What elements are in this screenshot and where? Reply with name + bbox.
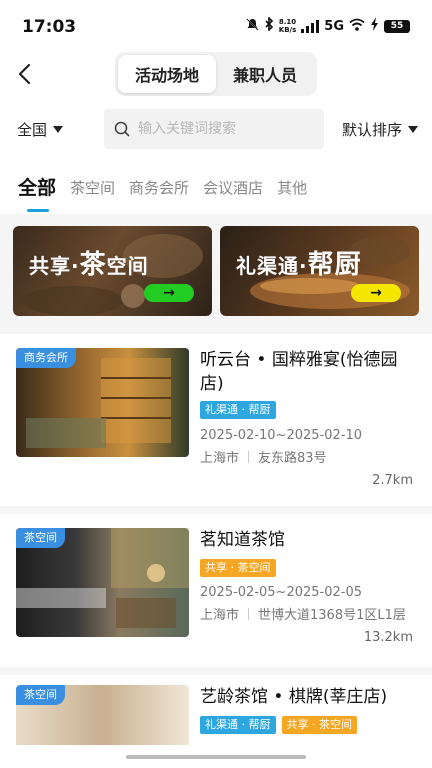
category-badge: 茶空间 xyxy=(16,685,65,705)
tab-tea-space[interactable]: 茶空间 xyxy=(70,174,115,202)
chevron-left-icon xyxy=(18,63,31,85)
net-speed-unit: KB/s xyxy=(278,26,297,34)
caret-down-icon xyxy=(408,126,418,133)
banner-tea-title: 共享·茶空间 xyxy=(29,250,149,280)
venue-thumbnail: 茶空间 xyxy=(16,685,189,745)
tab-conference-hotel[interactable]: 会议酒店 xyxy=(203,174,263,202)
venue-tags: 礼渠通 · 帮厨 xyxy=(200,401,282,419)
network-type: 5G xyxy=(324,18,344,34)
bluetooth-icon xyxy=(264,16,274,35)
banner-tea-arrow-button[interactable]: → xyxy=(144,284,194,302)
home-indicator[interactable] xyxy=(126,755,306,759)
tab-all[interactable]: 全部 xyxy=(18,174,56,202)
search-icon xyxy=(114,121,130,137)
tag: 共享 · 茶空间 xyxy=(281,716,357,734)
venue-city: 上海市 xyxy=(200,608,240,623)
banner-kitchen-helper[interactable]: 礼渠通·帮厨 → xyxy=(220,226,419,316)
status-icons: 8.10 KB/s 5G 55 xyxy=(246,16,410,35)
category-tabs: 全部 茶空间 商务会所 会议酒店 其他 xyxy=(18,172,307,202)
venue-card[interactable]: 茶空间 艺龄茶馆 • 棋牌(莘庄店) 礼渠通 · 帮厨 共享 · 茶空间 xyxy=(0,675,432,745)
venue-tags: 共享 · 茶空间 xyxy=(200,559,282,577)
venue-name: 茗知道茶馆 xyxy=(200,530,285,550)
search-box[interactable] xyxy=(104,109,324,149)
banner-kitchen-title: 礼渠通·帮厨 xyxy=(236,250,362,280)
region-filter[interactable]: 全国 xyxy=(17,119,64,140)
divider xyxy=(0,667,432,675)
back-button[interactable] xyxy=(14,62,38,86)
venue-date: 2025-02-05~2025-02-05 xyxy=(200,585,362,600)
venue-thumbnail: 茶空间 xyxy=(16,528,189,637)
banner-kitchen-arrow-button[interactable]: → xyxy=(351,284,401,302)
region-label: 全国 xyxy=(17,121,48,139)
net-speed-value: 8.10 xyxy=(278,18,297,26)
venue-name: 艺龄茶馆 • 棋牌(莘庄店) xyxy=(200,687,388,707)
venue-tags: 礼渠通 · 帮厨 共享 · 茶空间 xyxy=(200,716,363,734)
sort-label: 默认排序 xyxy=(341,121,402,139)
venue-address: 上海市 友东路83号 xyxy=(200,447,327,466)
venue-street: 友东路83号 xyxy=(258,451,327,466)
tab-other[interactable]: 其他 xyxy=(277,174,307,202)
wifi-icon xyxy=(349,18,365,35)
venue-city: 上海市 xyxy=(200,451,240,466)
segment-part-time-staff[interactable]: 兼职人员 xyxy=(216,55,314,93)
battery-icon: 55 xyxy=(384,19,410,33)
tag: 礼渠通 · 帮厨 xyxy=(200,716,276,734)
venue-name: 听云台 • 国粹雅宴(怡德园店) xyxy=(200,350,398,394)
venue-date: 2025-02-10~2025-02-10 xyxy=(200,428,362,443)
venue-type-segmented-control: 活动场地 兼职人员 xyxy=(115,52,317,96)
status-bar: 17:03 8.10 KB/s 5G 55 xyxy=(0,0,432,52)
signal-icon xyxy=(301,19,320,33)
search-input[interactable] xyxy=(138,121,308,137)
arrow-right-icon: → xyxy=(163,285,175,301)
banner-tea-space[interactable]: 共享·茶空间 → xyxy=(13,226,212,316)
category-badge: 茶空间 xyxy=(16,528,65,548)
status-time: 17:03 xyxy=(22,17,77,37)
divider xyxy=(0,506,432,514)
active-tab-indicator xyxy=(27,209,49,212)
tag: 共享 · 茶空间 xyxy=(200,559,276,577)
tab-business-club[interactable]: 商务会所 xyxy=(129,174,189,202)
net-speed: 8.10 KB/s xyxy=(279,18,296,34)
mute-icon xyxy=(246,17,259,35)
segment-venues[interactable]: 活动场地 xyxy=(118,55,216,93)
category-badge: 商务会所 xyxy=(16,348,76,368)
caret-down-icon xyxy=(53,126,64,133)
sort-filter[interactable]: 默认排序 xyxy=(342,119,418,140)
venue-street: 世博大道1368号1区L1层 xyxy=(258,608,406,623)
venue-card[interactable]: 茶空间 茗知道茶馆 共享 · 茶空间 2025-02-05~2025-02-05… xyxy=(0,514,432,667)
venue-thumbnail: 商务会所 xyxy=(16,348,189,457)
venue-address: 上海市 世博大道1368号1区L1层 xyxy=(200,604,406,623)
venue-distance: 13.2km xyxy=(363,630,413,645)
venue-distance: 2.7km xyxy=(372,473,413,488)
charging-icon xyxy=(370,17,379,35)
venue-card[interactable]: 商务会所 听云台 • 国粹雅宴(怡德园店) 礼渠通 · 帮厨 2025-02-1… xyxy=(0,334,432,506)
arrow-right-icon: → xyxy=(370,285,382,301)
tag: 礼渠通 · 帮厨 xyxy=(200,401,276,419)
